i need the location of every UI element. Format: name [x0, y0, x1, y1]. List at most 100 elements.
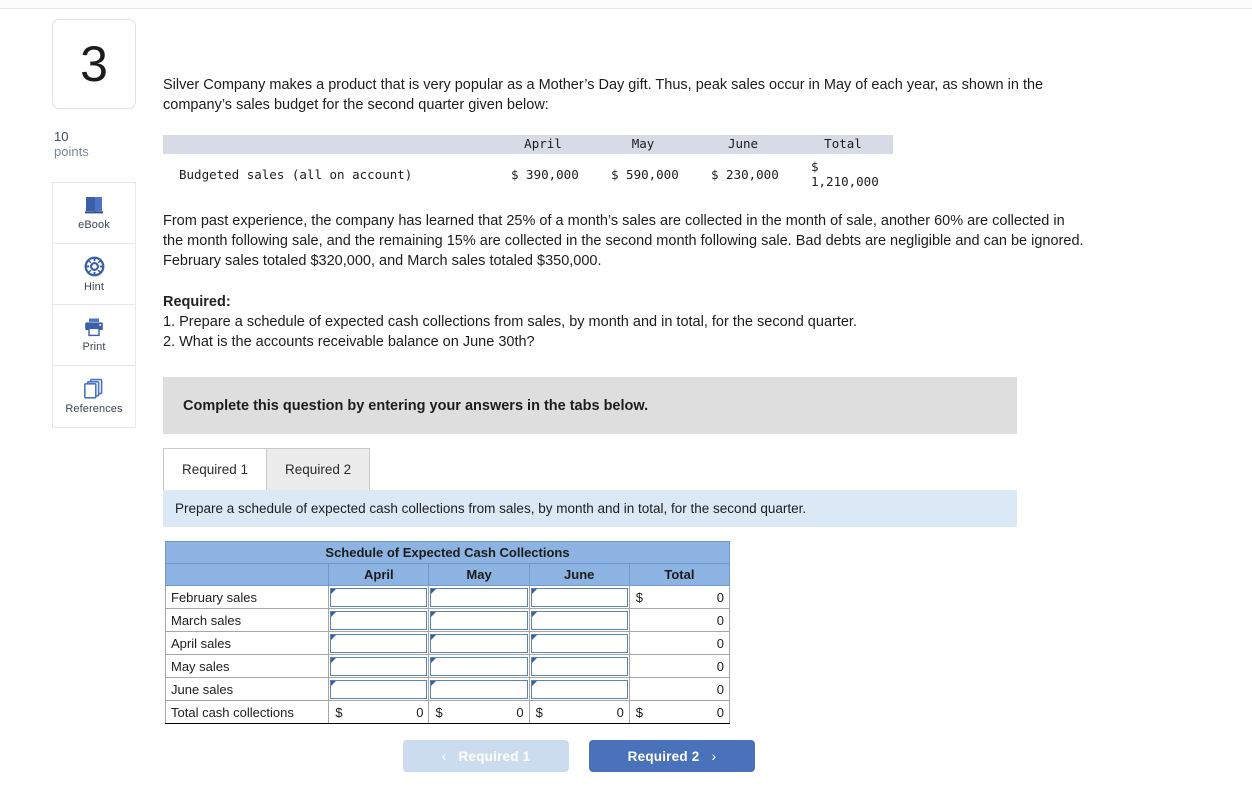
input-field[interactable]	[330, 633, 428, 653]
budget-col-may: May	[593, 135, 693, 154]
input-field[interactable]	[330, 656, 428, 676]
tool-print[interactable]: Print	[53, 305, 135, 366]
row-label-february-sales: February sales	[164, 585, 330, 609]
input-field[interactable]	[530, 633, 628, 653]
previous-required-button[interactable]: ‹ Required 1	[403, 740, 569, 772]
input-cell-april-june[interactable]	[528, 631, 630, 655]
table-row: April sales 0	[164, 631, 731, 655]
input-field[interactable]	[530, 679, 628, 699]
input-field[interactable]	[430, 656, 528, 676]
total-value: 0	[716, 658, 724, 674]
input-field[interactable]	[430, 610, 528, 630]
input-cell-february-april[interactable]	[328, 585, 430, 609]
input-field[interactable]	[430, 587, 528, 607]
tab-label: Required 2	[285, 462, 352, 477]
budget-row-label: Budgeted sales (all on account)	[179, 166, 413, 182]
budgeted-sales-table: April May June Total Budgeted sales (all…	[163, 135, 893, 193]
budget-value-june: $ 230,000	[711, 166, 779, 182]
input-cell-march-may[interactable]	[428, 608, 530, 632]
grid-header-june: June	[528, 563, 630, 586]
life-ring-icon	[84, 256, 105, 277]
input-cell-may-may[interactable]	[428, 654, 530, 678]
tab-required-1[interactable]: Required 1	[163, 448, 268, 490]
next-button-label: Required 2	[627, 748, 700, 764]
input-cell-may-april[interactable]	[328, 654, 430, 678]
total-value: 0	[416, 704, 424, 720]
grid-header-april: April	[328, 563, 430, 586]
cash-collections-grid: Schedule of Expected Cash Collections Ap…	[164, 541, 731, 724]
grid-header-may: May	[428, 563, 530, 586]
input-cell-march-june[interactable]	[528, 608, 630, 632]
tool-label: Print	[82, 341, 106, 353]
budget-header-blank	[163, 135, 493, 154]
input-field[interactable]	[530, 587, 628, 607]
problem-intro: Silver Company makes a product that is v…	[163, 77, 1044, 113]
total-cell-february: $ 0	[628, 585, 731, 609]
table-row-total: Total cash collections $ 0 $ 0 $ 0 $ 0	[164, 700, 731, 724]
row-label-may-sales: May sales	[164, 654, 330, 678]
row-label-april-sales: April sales	[164, 631, 330, 655]
tool-label: References	[65, 403, 123, 415]
total-cell-june: 0	[628, 677, 731, 701]
question-number-box: 3	[52, 19, 136, 109]
input-cell-june-june[interactable]	[528, 677, 630, 701]
input-field[interactable]	[430, 633, 528, 653]
currency-symbol: $	[635, 589, 644, 605]
sub-instruction-bar: Prepare a schedule of expected cash coll…	[163, 490, 1017, 527]
budget-col-june: June	[693, 135, 793, 154]
total-value: 0	[716, 635, 724, 651]
input-cell-february-june[interactable]	[528, 585, 630, 609]
input-field[interactable]	[330, 610, 428, 630]
table-row: May sales 0	[164, 654, 731, 678]
table-row: June sales 0	[164, 677, 731, 701]
question-number: 3	[80, 36, 108, 92]
budget-value-total: $ 1,210,000	[811, 159, 879, 189]
total-cash-may: $ 0	[428, 700, 530, 724]
grid-header-row: April May June Total	[164, 563, 731, 586]
input-field[interactable]	[430, 679, 528, 699]
input-cell-june-may[interactable]	[428, 677, 530, 701]
chevron-left-icon: ‹	[441, 748, 447, 764]
row-label-june-sales: June sales	[164, 677, 330, 701]
instruction-banner: Complete this question by entering your …	[163, 377, 1017, 434]
input-cell-april-may[interactable]	[428, 631, 530, 655]
table-row: February sales $ 0	[164, 585, 731, 609]
sub-instruction-text: Prepare a schedule of expected cash coll…	[175, 501, 807, 516]
row-label-march-sales: March sales	[164, 608, 330, 632]
total-value: 0	[716, 612, 724, 628]
budget-col-total: Total	[793, 135, 893, 154]
next-required-button[interactable]: Required 2 ›	[589, 740, 755, 772]
table-header-row: April May June Total	[163, 135, 893, 154]
budget-value-april: $ 390,000	[511, 166, 579, 182]
input-cell-june-april[interactable]	[328, 677, 430, 701]
total-cell-march: 0	[628, 608, 731, 632]
input-cell-may-june[interactable]	[528, 654, 630, 678]
total-value: 0	[716, 681, 724, 697]
currency-symbol: $	[335, 704, 343, 720]
total-cell-april: 0	[628, 631, 731, 655]
input-cell-april-april[interactable]	[328, 631, 430, 655]
total-cell-may: 0	[628, 654, 731, 678]
input-cell-march-april[interactable]	[328, 608, 430, 632]
tool-ebook[interactable]: eBook	[53, 183, 135, 244]
tool-panel: eBook Hint Print References	[52, 182, 136, 428]
total-cash-june: $ 0	[528, 700, 630, 724]
required-item-1: 1. Prepare a schedule of expected cash c…	[163, 314, 857, 330]
tool-hint[interactable]: Hint	[53, 244, 135, 305]
table-row: Budgeted sales (all on account) $ 390,00…	[163, 154, 893, 193]
input-field[interactable]	[330, 679, 428, 699]
tool-references[interactable]: References	[53, 366, 135, 427]
grid-title: Schedule of Expected Cash Collections	[165, 541, 730, 564]
input-field[interactable]	[530, 610, 628, 630]
input-cell-february-may[interactable]	[428, 585, 530, 609]
top-divider-bar	[0, 0, 1252, 9]
table-row: March sales 0	[164, 608, 731, 632]
input-field[interactable]	[530, 656, 628, 676]
answer-tabs: Required 1 Required 2	[163, 448, 1163, 490]
tab-required-2[interactable]: Required 2	[266, 448, 371, 490]
problem-detail: From past experience, the company has le…	[163, 213, 1084, 269]
currency-symbol: $	[635, 704, 644, 720]
chevron-right-icon: ›	[711, 748, 717, 764]
book-icon	[83, 195, 105, 215]
input-field[interactable]	[330, 587, 428, 607]
